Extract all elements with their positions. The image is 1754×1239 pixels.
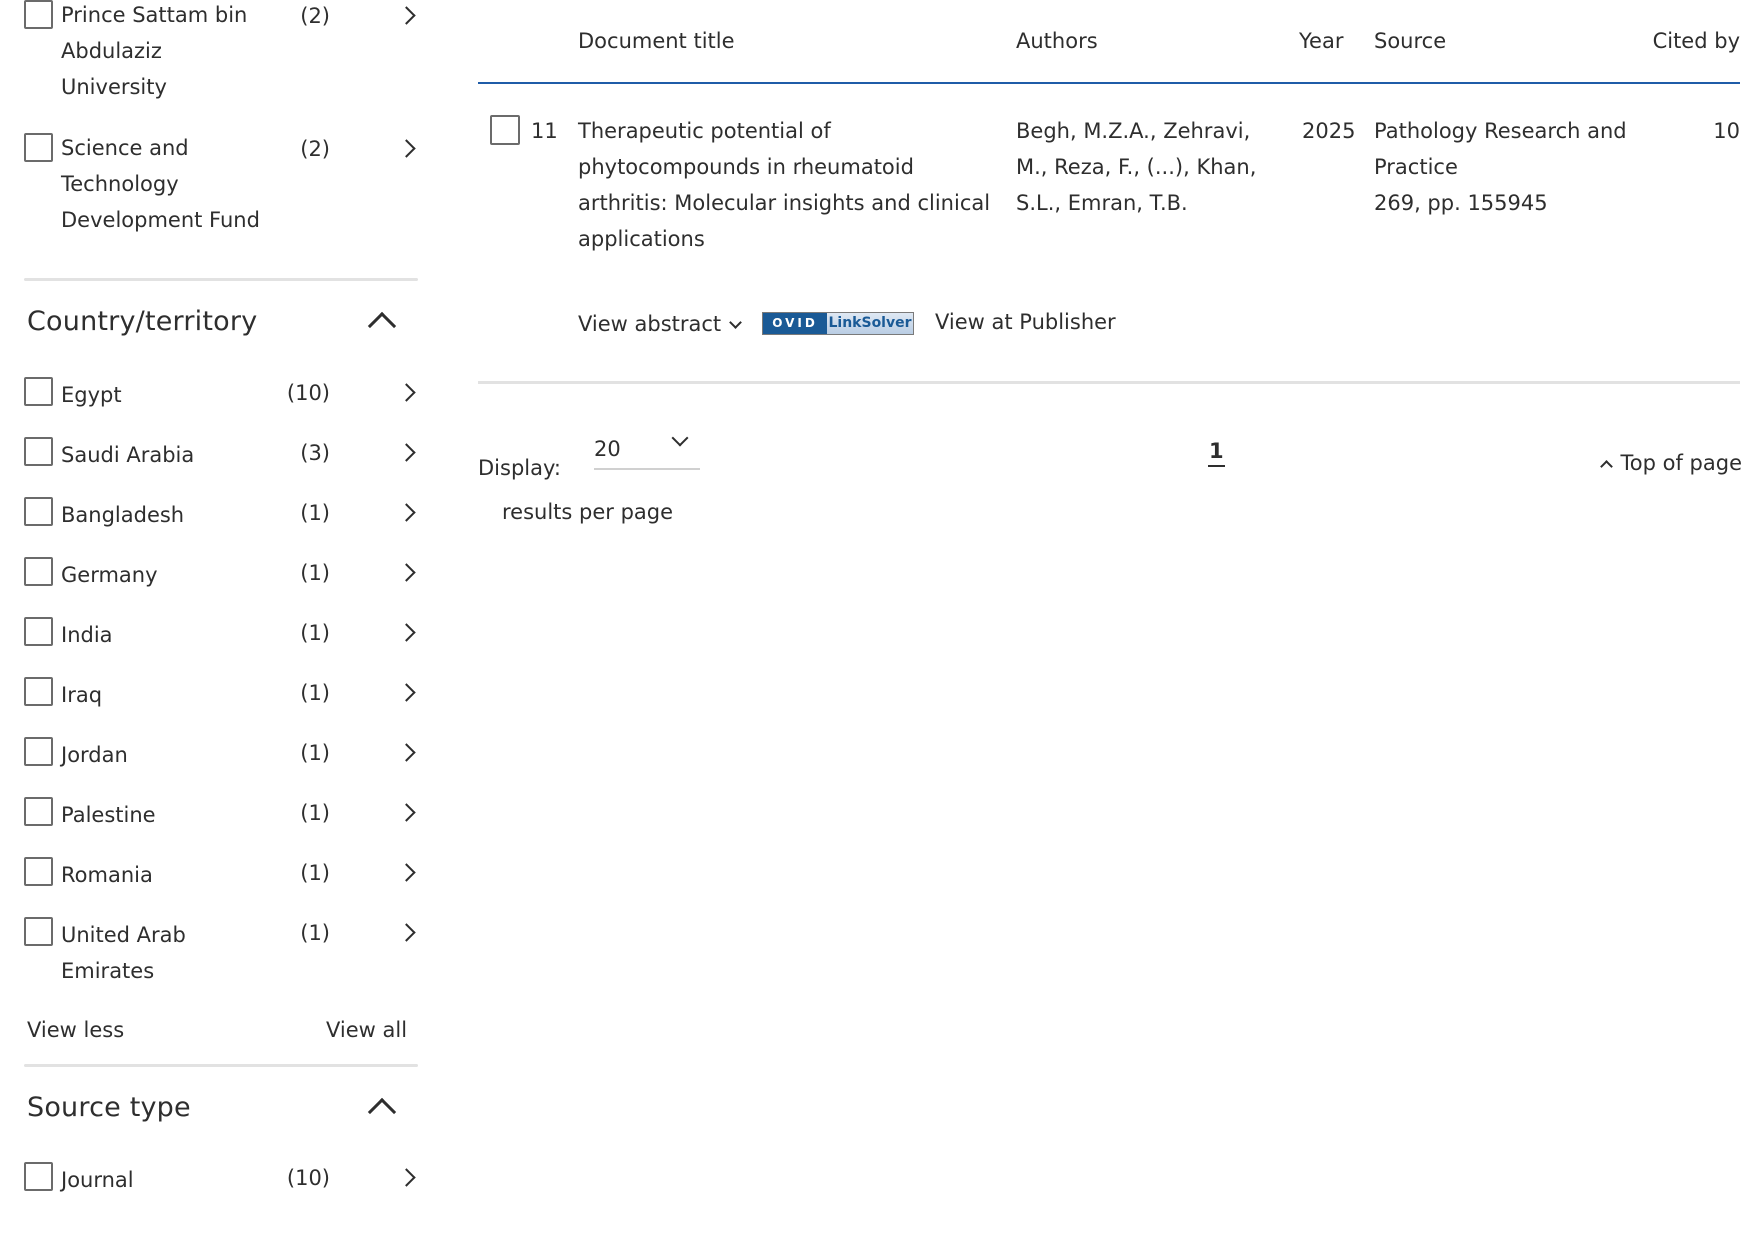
- column-header-authors[interactable]: Authors: [1016, 26, 1098, 56]
- ovid-logo: OVID: [763, 313, 827, 334]
- section-title-country: Country/territory: [27, 306, 258, 337]
- view-all-link[interactable]: View all: [326, 1015, 407, 1045]
- chevron-right-icon[interactable]: [398, 1164, 420, 1192]
- chevron-right-icon[interactable]: [398, 559, 420, 587]
- chevron-right-icon[interactable]: [398, 859, 420, 887]
- facet-label: Saudi Arabia: [61, 443, 195, 467]
- source-detail: 269, pp. 155945: [1374, 191, 1548, 215]
- results-per-page-label: results per page: [502, 500, 674, 524]
- chevron-right-icon[interactable]: [398, 619, 420, 647]
- facet-count: (10): [286, 1166, 330, 1190]
- header-divider: [478, 82, 1740, 84]
- row-divider: [478, 381, 1740, 384]
- facet-count: (1): [300, 501, 330, 525]
- chevron-down-icon[interactable]: [674, 432, 688, 446]
- chevron-up-icon[interactable]: [364, 306, 398, 336]
- facet-checkbox[interactable]: [24, 0, 53, 29]
- current-page-number[interactable]: 1: [1208, 437, 1225, 467]
- top-of-page-link[interactable]: Top of page: [1599, 448, 1742, 478]
- chevron-right-icon[interactable]: [398, 739, 420, 767]
- facet-label: India: [61, 623, 113, 647]
- facet-checkbox[interactable]: [24, 677, 53, 706]
- row-number: 11: [531, 119, 558, 143]
- section-divider: [24, 278, 418, 281]
- source-cell: Pathology Research and Practice 269, pp.…: [1374, 113, 1664, 221]
- chevron-right-icon[interactable]: [398, 135, 420, 163]
- facet-label: Romania: [61, 863, 153, 887]
- chevron-right-icon[interactable]: [398, 919, 420, 947]
- chevron-up-icon[interactable]: [364, 1092, 398, 1122]
- facet-checkbox[interactable]: [24, 917, 53, 946]
- facet-label: Egypt: [61, 383, 122, 407]
- facet-label: Journal: [61, 1168, 134, 1192]
- chevron-up-icon: [1599, 460, 1613, 473]
- column-header-cited-by[interactable]: Cited by: [1653, 26, 1740, 56]
- top-of-page-label: Top of page: [1620, 451, 1742, 475]
- cited-by-count[interactable]: 10: [1713, 113, 1740, 149]
- facet-count: (1): [300, 741, 330, 765]
- facet-checkbox[interactable]: [24, 497, 53, 526]
- facet-label: Jordan: [61, 743, 128, 767]
- facet-checkbox[interactable]: [24, 377, 53, 406]
- section-divider: [24, 1064, 418, 1067]
- facet-count: (2): [300, 4, 330, 28]
- chevron-down-icon: [729, 316, 743, 329]
- chevron-right-icon[interactable]: [398, 799, 420, 827]
- column-header-title[interactable]: Document title: [578, 26, 735, 56]
- ovid-linksolver-button[interactable]: OVID LinkSolver: [762, 312, 914, 335]
- facet-count: (1): [300, 621, 330, 645]
- view-abstract-button[interactable]: View abstract: [578, 309, 743, 339]
- year-cell: 2025: [1302, 119, 1356, 143]
- facet-count: (2): [300, 137, 330, 161]
- facet-checkbox[interactable]: [24, 857, 53, 886]
- facet-checkbox[interactable]: [24, 737, 53, 766]
- facet-count: (1): [300, 861, 330, 885]
- facet-label: United Arab Emirates: [61, 923, 186, 983]
- filter-sidebar: Prince Sattam bin Abdulaziz University (…: [0, 0, 420, 1239]
- facet-checkbox[interactable]: [24, 797, 53, 826]
- view-less-link[interactable]: View less: [27, 1015, 124, 1045]
- section-title-source-type: Source type: [27, 1092, 191, 1123]
- facet-checkbox[interactable]: [24, 133, 53, 162]
- facet-label: Science and Technology Development Fund: [61, 136, 260, 232]
- row-checkbox[interactable]: [490, 115, 520, 145]
- facet-label: Bangladesh: [61, 503, 185, 527]
- facet-count: (1): [300, 801, 330, 825]
- results-per-page-value: 20: [594, 437, 621, 461]
- source-name-link[interactable]: Pathology Research and Practice: [1374, 113, 1664, 185]
- chevron-right-icon[interactable]: [398, 679, 420, 707]
- facet-label: Germany: [61, 563, 158, 587]
- view-at-publisher-link[interactable]: View at Publisher: [935, 307, 1116, 337]
- view-abstract-label: View abstract: [578, 312, 722, 336]
- document-title-link[interactable]: Therapeutic potential of phytocompounds …: [578, 113, 1008, 257]
- facet-count: (10): [286, 381, 330, 405]
- column-header-source[interactable]: Source: [1374, 26, 1446, 56]
- facet-count: (3): [300, 441, 330, 465]
- linksolver-label: LinkSolver: [827, 313, 913, 334]
- authors-cell[interactable]: Begh, M.Z.A., Zehravi, M., Reza, F., (..…: [1016, 113, 1286, 221]
- facet-checkbox[interactable]: [24, 437, 53, 466]
- facet-checkbox[interactable]: [24, 617, 53, 646]
- facet-count: (1): [300, 561, 330, 585]
- facet-label: Iraq: [61, 683, 103, 707]
- facet-count: (1): [300, 921, 330, 945]
- facet-count: (1): [300, 681, 330, 705]
- facet-label: Palestine: [61, 803, 156, 827]
- facet-checkbox[interactable]: [24, 557, 53, 586]
- facet-checkbox[interactable]: [24, 1162, 53, 1191]
- chevron-right-icon[interactable]: [398, 379, 420, 407]
- facet-label: Prince Sattam bin Abdulaziz University: [61, 3, 248, 99]
- chevron-right-icon[interactable]: [398, 439, 420, 467]
- column-header-year[interactable]: Year: [1299, 26, 1343, 56]
- display-label: Display:: [478, 456, 561, 480]
- chevron-right-icon[interactable]: [398, 2, 420, 30]
- chevron-right-icon[interactable]: [398, 499, 420, 527]
